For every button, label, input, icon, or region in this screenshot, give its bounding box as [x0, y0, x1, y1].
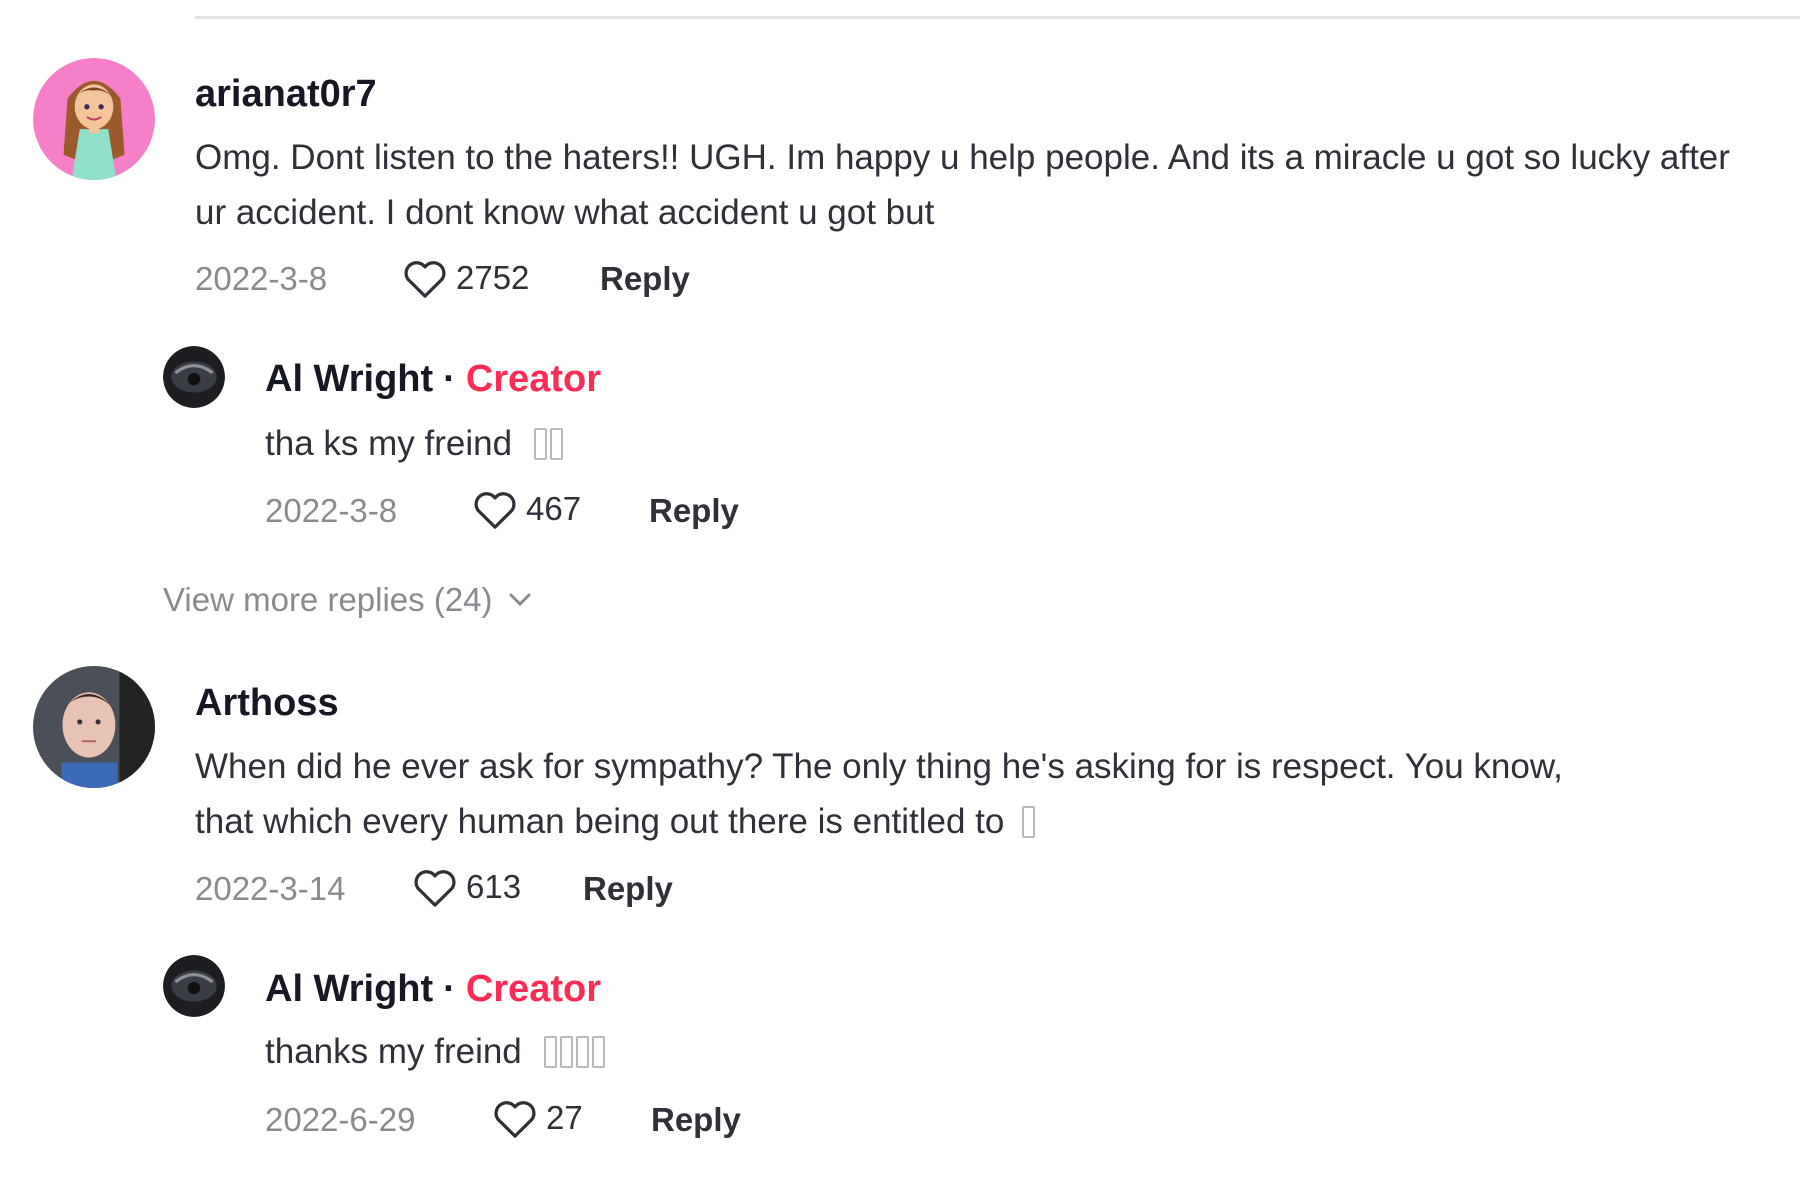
- comment-text-line-2: that which every human being out there i…: [195, 794, 1775, 849]
- comment-text: When did he ever ask for sympathy? The o…: [195, 739, 1775, 849]
- comment-date: 2022-3-14: [195, 870, 346, 907]
- comment-date: 2022-3-8: [195, 260, 328, 297]
- missing-glyph-box-icon: [575, 1036, 589, 1068]
- like-button[interactable]: 467: [472, 488, 581, 530]
- missing-glyph-box-icon: [533, 428, 547, 460]
- dark-round-avatar-icon: [163, 955, 225, 1017]
- view-more-replies[interactable]: View more replies (24): [163, 581, 533, 619]
- like-button[interactable]: 27: [492, 1097, 583, 1139]
- reply-username[interactable]: Al Wright: [265, 358, 433, 400]
- chevron-down-icon: [509, 593, 531, 607]
- reply-button[interactable]: Reply: [651, 1101, 741, 1139]
- missing-glyph-box-icon: [559, 1036, 573, 1068]
- comment-text: Omg. Dont listen to the haters!! UGH. Im…: [195, 138, 1730, 232]
- missing-glyph-box-icon: [591, 1036, 605, 1068]
- top-divider: [195, 16, 1800, 19]
- like-count: 2752: [456, 259, 530, 296]
- like-count: 27: [546, 1099, 583, 1136]
- reply-date: 2022-6-29: [265, 1101, 416, 1138]
- reply-button[interactable]: Reply: [583, 870, 673, 908]
- reply-text: tha ks my freind: [265, 424, 513, 463]
- missing-glyph-box-icon: [549, 428, 563, 460]
- heart-outline-icon: [414, 870, 456, 907]
- like-count: 613: [466, 868, 522, 905]
- heart-outline-icon: [404, 261, 446, 298]
- comment-text-line-2-text: that which every human being out there i…: [195, 802, 1005, 841]
- dark-round-avatar-icon: [163, 346, 225, 408]
- avatar[interactable]: [163, 346, 225, 408]
- reply-text-line: tha ks my freind: [265, 416, 563, 471]
- reply-button[interactable]: Reply: [649, 492, 739, 530]
- person-photo-avatar-icon: [33, 666, 155, 788]
- like-button[interactable]: 2752: [402, 257, 529, 299]
- comment-username[interactable]: arianat0r7: [195, 73, 377, 116]
- missing-glyph-box-icon: [543, 1036, 557, 1068]
- like-count: 467: [526, 490, 582, 527]
- reply-text-line: thanks my freind: [265, 1024, 605, 1079]
- reply-username[interactable]: Al Wright: [265, 968, 433, 1010]
- missing-glyph-box-icon: [1022, 806, 1036, 838]
- comment-text-line-1: When did he ever ask for sympathy? The o…: [195, 747, 1563, 786]
- comment-username[interactable]: Arthoss: [195, 682, 339, 725]
- avatar[interactable]: [163, 955, 225, 1017]
- heart-outline-icon: [474, 492, 516, 529]
- creator-badge: Creator: [465, 968, 601, 1010]
- like-button[interactable]: 613: [412, 866, 521, 908]
- separator: ·: [443, 358, 456, 400]
- separator: ·: [443, 968, 456, 1010]
- creator-badge: Creator: [465, 358, 601, 400]
- avatar[interactable]: [33, 666, 155, 788]
- avatar[interactable]: [33, 58, 155, 180]
- reply-text: thanks my freind: [265, 1032, 522, 1071]
- reply-header: Al Wright · Creator: [265, 358, 601, 401]
- reply-button[interactable]: Reply: [600, 260, 690, 298]
- heart-outline-icon: [494, 1101, 536, 1138]
- reply-header: Al Wright · Creator: [265, 968, 601, 1011]
- cartoon-girl-avatar-icon: [33, 58, 155, 180]
- view-more-label: View more replies (24): [163, 581, 493, 618]
- reply-date: 2022-3-8: [265, 492, 398, 529]
